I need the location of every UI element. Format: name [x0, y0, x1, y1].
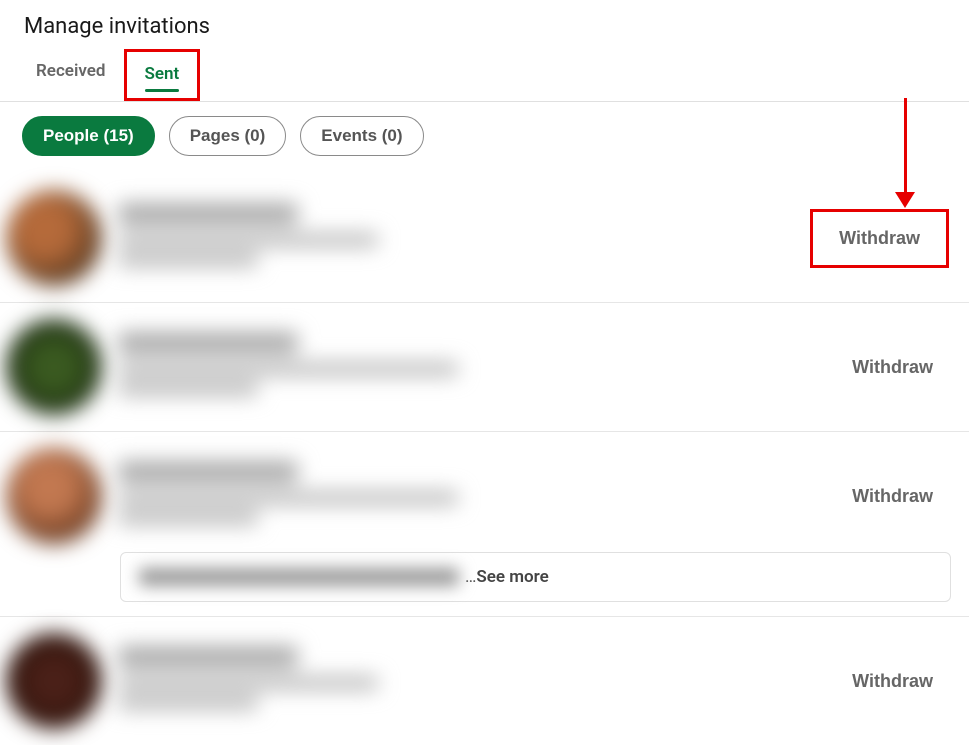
- avatar[interactable]: [6, 190, 102, 286]
- filter-label: People (15): [43, 126, 134, 145]
- invitation-row: Withdraw: [0, 303, 969, 432]
- tab-label: Received: [36, 61, 106, 81]
- note-blurred-text: [139, 568, 459, 586]
- avatar[interactable]: [6, 319, 102, 415]
- invitation-info: [118, 646, 840, 716]
- invitation-list: Withdraw Withdraw Withdraw …: [0, 174, 969, 745]
- see-more-link[interactable]: See more: [476, 567, 548, 587]
- filter-people[interactable]: People (15): [22, 116, 155, 156]
- filter-label: Pages (0): [190, 126, 266, 145]
- filter-pills: People (15) Pages (0) Events (0): [0, 102, 969, 174]
- avatar[interactable]: [6, 448, 102, 544]
- withdraw-button[interactable]: Withdraw: [840, 351, 945, 384]
- invitation-info: [118, 461, 840, 531]
- tab-received[interactable]: Received: [18, 49, 124, 101]
- tabs: Received Sent: [0, 49, 969, 102]
- withdraw-button[interactable]: Withdraw: [840, 480, 945, 513]
- invitation-row: Withdraw: [0, 174, 969, 303]
- page-title: Manage invitations: [24, 14, 945, 39]
- invitation-info: [118, 332, 840, 402]
- header: Manage invitations: [0, 0, 969, 49]
- tab-sent[interactable]: Sent: [124, 49, 201, 101]
- invitation-row: Withdraw: [0, 616, 969, 745]
- invitation-row: Withdraw: [0, 432, 969, 560]
- filter-events[interactable]: Events (0): [300, 116, 423, 156]
- filter-pages[interactable]: Pages (0): [169, 116, 287, 156]
- invitation-info: [118, 203, 810, 273]
- avatar[interactable]: [6, 633, 102, 729]
- withdraw-button[interactable]: Withdraw: [827, 222, 932, 255]
- withdraw-button[interactable]: Withdraw: [840, 665, 945, 698]
- withdraw-highlight-box: Withdraw: [810, 209, 949, 268]
- tab-label: Sent: [145, 64, 180, 84]
- ellipsis: …: [465, 567, 476, 587]
- filter-label: Events (0): [321, 126, 402, 145]
